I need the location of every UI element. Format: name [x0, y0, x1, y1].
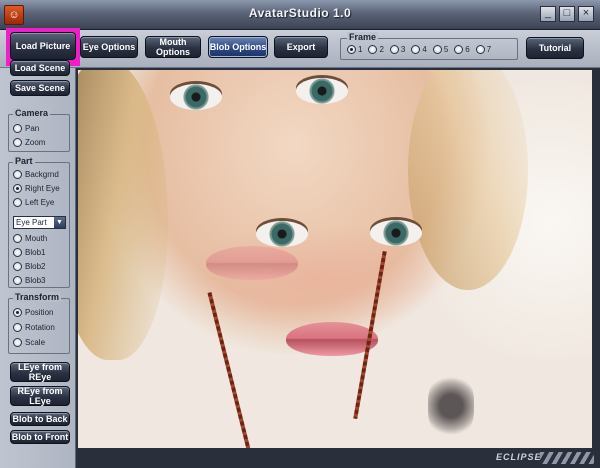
- radio-icon: [13, 308, 22, 317]
- eye-part-dropdown[interactable]: Eye Part ▼: [13, 216, 66, 229]
- chevron-down-icon[interactable]: ▼: [54, 217, 65, 228]
- tutorial-button[interactable]: Tutorial: [526, 37, 584, 59]
- frame-option-4[interactable]: 4: [411, 45, 427, 54]
- radio-icon: [475, 45, 485, 54]
- part-label: Part: [13, 156, 35, 166]
- radio-icon: [347, 45, 356, 54]
- save-scene-button[interactable]: Save Scene: [10, 80, 70, 96]
- maximize-button[interactable]: □: [559, 6, 575, 22]
- transform-rotation-option[interactable]: Rotation: [13, 323, 55, 332]
- part-mouth-option[interactable]: Mouth: [13, 234, 47, 243]
- original-mouth: [206, 246, 298, 280]
- radio-icon: [13, 184, 22, 193]
- frame-option-3[interactable]: 3: [389, 45, 405, 54]
- original-left-eye: [170, 84, 222, 110]
- window-title: AvatarStudio 1.0: [248, 6, 352, 20]
- part-blob3-option[interactable]: Blob3: [13, 276, 45, 285]
- radio-icon: [13, 262, 22, 271]
- mouth-options-button[interactable]: Mouth Options: [145, 36, 201, 58]
- footer-stripes: [540, 452, 594, 464]
- blob-options-button[interactable]: Blob Options: [208, 36, 268, 58]
- frame-option-7[interactable]: 7: [475, 45, 491, 54]
- original-right-eye: [296, 78, 348, 104]
- radio-icon: [13, 338, 22, 347]
- close-button[interactable]: ×: [578, 6, 594, 22]
- load-scene-button[interactable]: Load Scene: [10, 60, 70, 76]
- eclipse-logo: ECLIPSE: [496, 452, 542, 462]
- radio-icon: [411, 45, 421, 54]
- frame-option-6[interactable]: 6: [454, 45, 470, 54]
- frame-label: Frame: [347, 32, 379, 42]
- camera-zoom-option[interactable]: Zoom: [13, 138, 45, 147]
- tattoo: [428, 375, 474, 437]
- necklace-left: [207, 292, 253, 448]
- radio-icon: [389, 45, 399, 54]
- photo-canvas[interactable]: [78, 70, 592, 448]
- hair-left: [78, 70, 168, 360]
- blob-to-front-button[interactable]: Blob to Front: [10, 430, 70, 444]
- frame-selector: Frame 1 2 3 4 5 6 7: [340, 32, 518, 60]
- title-bar: ☺ AvatarStudio 1.0 _ □ ×: [0, 0, 600, 30]
- radio-icon: [454, 45, 464, 54]
- radio-icon: [13, 248, 22, 257]
- transform-label: Transform: [13, 292, 62, 302]
- radio-icon: [13, 198, 22, 207]
- radio-icon: [13, 234, 22, 243]
- load-picture-button[interactable]: Load Picture: [10, 32, 76, 60]
- blob-to-back-button[interactable]: Blob to Back: [10, 412, 70, 426]
- frame-option-5[interactable]: 5: [432, 45, 448, 54]
- blob-left-eye[interactable]: [370, 220, 422, 246]
- eye-options-button[interactable]: Eye Options: [80, 36, 138, 58]
- camera-label: Camera: [13, 108, 51, 118]
- minimize-button[interactable]: _: [540, 6, 556, 22]
- frame-option-2[interactable]: 2: [368, 45, 384, 54]
- hair-right: [408, 70, 528, 290]
- radio-icon: [432, 45, 442, 54]
- frame-option-1[interactable]: 1: [347, 45, 362, 54]
- radio-icon: [13, 323, 22, 332]
- leye-from-reye-button[interactable]: LEye from REye: [10, 362, 70, 382]
- blob-right-eye[interactable]: [256, 221, 308, 247]
- transform-scale-option[interactable]: Scale: [13, 338, 45, 347]
- radio-icon: [13, 170, 22, 179]
- part-blob2-option[interactable]: Blob2: [13, 262, 45, 271]
- part-left-eye-option[interactable]: Left Eye: [13, 198, 54, 207]
- part-blob1-option[interactable]: Blob1: [13, 248, 45, 257]
- part-backgrnd-option[interactable]: Backgrnd: [13, 170, 59, 179]
- export-button[interactable]: Export: [274, 36, 328, 58]
- part-right-eye-option[interactable]: Right Eye: [13, 184, 60, 193]
- radio-icon: [368, 45, 378, 54]
- window-controls: _ □ ×: [540, 6, 594, 22]
- transform-group: Transform Position Rotation Scale: [8, 292, 70, 354]
- radio-icon: [13, 138, 22, 147]
- reye-from-leye-button[interactable]: REye from LEye: [10, 386, 70, 406]
- camera-group: Camera Pan Zoom: [8, 108, 70, 152]
- radio-icon: [13, 124, 22, 133]
- transform-position-option[interactable]: Position: [13, 308, 53, 317]
- part-group: Part Backgrnd Right Eye Left Eye Eye Par…: [8, 156, 70, 288]
- radio-icon: [13, 276, 22, 285]
- camera-pan-option[interactable]: Pan: [13, 124, 39, 133]
